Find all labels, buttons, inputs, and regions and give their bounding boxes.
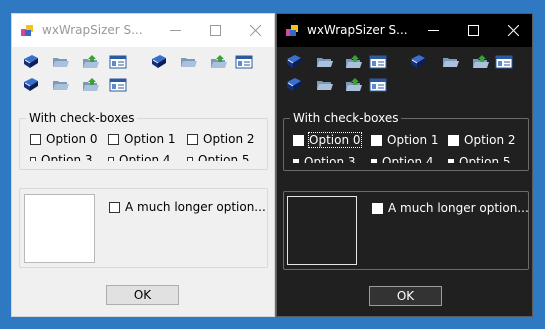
option-label: Option 1 xyxy=(124,132,176,146)
book-icon[interactable] xyxy=(409,54,427,70)
white-window xyxy=(24,194,95,263)
folder-up-icon[interactable] xyxy=(345,54,363,70)
minimize-button[interactable] xyxy=(413,14,453,47)
option-label: Option 0 xyxy=(46,132,98,146)
maximize-button[interactable] xyxy=(195,14,235,47)
option-label: Option 2 xyxy=(464,133,516,147)
maximize-icon xyxy=(209,25,221,36)
option-3-checkbox[interactable]: Option 3 xyxy=(293,155,356,163)
app-icon xyxy=(21,25,33,36)
option-4-checkbox[interactable]: Option 4 xyxy=(371,155,434,163)
window-title: wxWrapSizer S... xyxy=(42,23,143,37)
option-1-checkbox[interactable]: Option 1 xyxy=(108,132,176,146)
option-label: Option 2 xyxy=(203,132,255,146)
ok-button[interactable]: OK xyxy=(106,285,179,305)
option-label: Option 5 xyxy=(459,155,511,163)
option-label: A much longer option... xyxy=(125,200,266,214)
maximize-icon xyxy=(467,25,479,36)
folder-up-icon[interactable] xyxy=(472,54,490,70)
close-button[interactable] xyxy=(493,14,532,47)
folder-open-icon[interactable] xyxy=(52,77,70,93)
title-bar[interactable]: wxWrapSizer S... xyxy=(277,14,532,47)
option-2-checkbox[interactable]: Option 2 xyxy=(187,132,255,146)
option-5-checkbox[interactable]: Option 5 xyxy=(187,153,250,161)
window-title: wxWrapSizer S... xyxy=(307,23,408,37)
folder-up-icon[interactable] xyxy=(82,54,100,70)
option-3-checkbox[interactable]: Option 3 xyxy=(30,153,93,161)
checkbox-box xyxy=(448,134,459,146)
book-icon[interactable] xyxy=(285,54,303,70)
group-label: With check-boxes xyxy=(290,111,402,125)
maximize-button[interactable] xyxy=(453,14,493,47)
close-icon xyxy=(249,25,261,36)
option-0-checkbox[interactable]: Option 0 xyxy=(30,132,98,146)
long-option-checkbox[interactable]: A much longer option... xyxy=(109,200,266,214)
option-0-checkbox[interactable]: Option 0 xyxy=(293,132,362,148)
folder-open-icon[interactable] xyxy=(442,54,460,70)
option-2-checkbox[interactable]: Option 2 xyxy=(448,133,516,147)
long-option-checkbox[interactable]: A much longer option... xyxy=(372,201,529,215)
book-icon[interactable] xyxy=(150,54,168,70)
book-icon[interactable] xyxy=(22,54,40,70)
minimize-icon xyxy=(169,30,181,31)
clipped-options-row: Option 3 Option 4 Option 5 xyxy=(28,152,266,161)
checkbox-box xyxy=(371,159,377,163)
folder-up-icon[interactable] xyxy=(82,77,100,93)
checkbox-box xyxy=(30,133,41,145)
list-view-icon[interactable] xyxy=(235,54,253,70)
checkbox-box xyxy=(371,134,382,146)
dark-window-panel xyxy=(287,196,357,265)
option-label: Option 5 xyxy=(198,153,250,161)
checkbox-box xyxy=(108,133,119,145)
list-view-icon[interactable] xyxy=(495,54,513,70)
checkbox-box xyxy=(108,157,114,161)
folder-open-icon[interactable] xyxy=(316,54,334,70)
folder-up-icon[interactable] xyxy=(210,54,228,70)
dark-window: wxWrapSizer S... With check-boxes Option… xyxy=(276,13,533,317)
checkbox-box xyxy=(30,157,36,161)
folder-open-icon[interactable] xyxy=(180,54,198,70)
option-label: Option 4 xyxy=(382,155,434,163)
option-label: Option 3 xyxy=(304,155,356,163)
option-label: Option 1 xyxy=(387,133,439,147)
app-icon xyxy=(286,25,298,36)
folder-up-icon[interactable] xyxy=(345,77,363,93)
checkbox-box xyxy=(187,157,193,161)
minimize-icon xyxy=(427,30,439,31)
title-bar[interactable]: wxWrapSizer S... xyxy=(12,14,274,47)
folder-open-icon[interactable] xyxy=(316,77,334,93)
list-view-icon[interactable] xyxy=(109,77,127,93)
checkbox-box xyxy=(372,202,383,214)
option-label: Option 4 xyxy=(119,153,171,161)
option-label: A much longer option... xyxy=(388,201,529,215)
book-icon[interactable] xyxy=(22,77,40,93)
close-button[interactable] xyxy=(235,14,274,47)
option-4-checkbox[interactable]: Option 4 xyxy=(108,153,171,161)
light-window: wxWrapSizer S... With check-boxes Option… xyxy=(11,13,275,317)
ok-button[interactable]: OK xyxy=(369,286,442,306)
book-icon[interactable] xyxy=(285,77,303,93)
group-label: With check-boxes xyxy=(26,111,138,125)
clipped-options-row: Option 3 Option 4 Option 5 xyxy=(291,154,527,163)
checkbox-box xyxy=(187,133,198,145)
checkbox-box xyxy=(293,134,304,146)
option-label: Option 3 xyxy=(41,153,93,161)
checkbox-box xyxy=(109,201,120,213)
list-view-icon[interactable] xyxy=(369,77,387,93)
option-5-checkbox[interactable]: Option 5 xyxy=(448,155,511,163)
close-icon xyxy=(507,25,519,36)
minimize-button[interactable] xyxy=(155,14,195,47)
checkbox-box xyxy=(448,159,454,163)
list-view-icon[interactable] xyxy=(109,54,127,70)
option-1-checkbox[interactable]: Option 1 xyxy=(371,133,439,147)
checkbox-box xyxy=(293,159,299,163)
option-label: Option 0 xyxy=(308,132,362,148)
list-view-icon[interactable] xyxy=(369,54,387,70)
folder-open-icon[interactable] xyxy=(52,54,70,70)
